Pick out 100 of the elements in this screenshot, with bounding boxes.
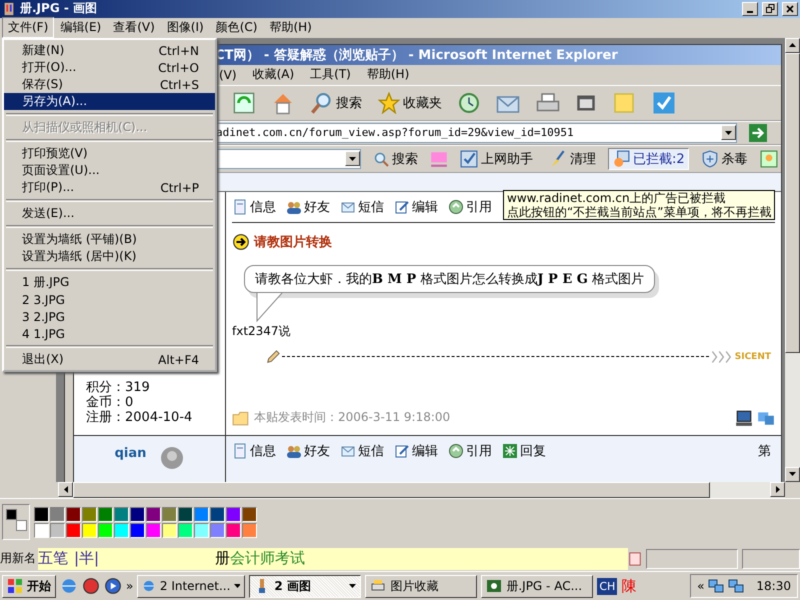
network-icon[interactable]: [708, 578, 724, 594]
menu-item[interactable]: 编辑(E): [54, 17, 108, 38]
color-swatch[interactable]: [162, 506, 177, 522]
start-button[interactable]: 开始: [2, 574, 56, 598]
ime-menu-icon[interactable]: [628, 552, 642, 566]
color-swatch[interactable]: [226, 522, 241, 538]
browser-menu-item[interactable]: 工具(T): [310, 66, 351, 84]
expand-tray-button[interactable]: «: [697, 579, 704, 594]
menu-item[interactable]: 打印(P)... Ctrl+P: [4, 179, 215, 196]
color-swatch[interactable]: [146, 506, 161, 522]
post-action-link[interactable]: 回复: [502, 442, 546, 460]
menu-item[interactable]: 另存为(A)...: [4, 93, 215, 110]
menu-item[interactable]: 保存(S) Ctrl+S: [4, 76, 215, 93]
color-swatch[interactable]: [162, 522, 177, 538]
color-swatch[interactable]: [178, 522, 193, 538]
post-action-link[interactable]: 好友: [286, 198, 330, 216]
favorites-button[interactable]: 收藏夹: [374, 90, 446, 116]
scroll-right-button[interactable]: [770, 482, 785, 497]
more-chevron[interactable]: »: [126, 579, 134, 594]
color-swatch[interactable]: [82, 522, 97, 538]
browser-menu-item[interactable]: 收藏(A): [252, 66, 294, 84]
taskbar-button[interactable]: 2 画图: [249, 574, 362, 598]
post-action-link[interactable]: 信息: [232, 198, 276, 216]
menu-item[interactable]: 4 1.JPG: [4, 325, 215, 342]
menu-item[interactable]: 打开(O)... Ctrl+O: [4, 59, 215, 76]
scroll-thumb[interactable]: [73, 482, 710, 498]
scroll-thumb[interactable]: [785, 52, 800, 353]
menu-item[interactable]: 查看(V): [107, 17, 161, 38]
taskbar-button[interactable]: 2 Internet...: [137, 574, 246, 598]
color-swatch[interactable]: [242, 506, 257, 522]
taskbar-button[interactable]: 图片收藏: [365, 574, 478, 598]
color-swatch[interactable]: [146, 522, 161, 538]
menu-item[interactable]: 3 2.JPG: [4, 308, 215, 325]
color-swatch[interactable]: [114, 506, 129, 522]
menu-item[interactable]: 设置为墙纸 (平铺)(B): [4, 231, 215, 248]
minimize-button[interactable]: [742, 2, 758, 16]
close-button[interactable]: [782, 2, 798, 16]
color-swatch[interactable]: [114, 522, 129, 538]
post-action-link[interactable]: 编辑: [394, 442, 438, 460]
menu-item[interactable]: 设置为墙纸 (居中)(K): [4, 248, 215, 265]
menu-item[interactable]: 页面设置(U)...: [4, 162, 215, 179]
taskbar-button[interactable]: 册.JPG - AC...: [481, 574, 594, 598]
color-swatch[interactable]: [194, 506, 209, 522]
post-action-link[interactable]: 引用: [448, 198, 492, 216]
dropdown-button[interactable]: [721, 125, 736, 140]
current-colors[interactable]: [2, 504, 30, 540]
browser-menu-item[interactable]: 帮助(H): [366, 66, 410, 84]
post-action-link[interactable]: 好友: [286, 442, 330, 460]
color-swatch[interactable]: [34, 522, 49, 538]
browser-icon[interactable]: [60, 577, 78, 596]
scroll-up-button[interactable]: [785, 38, 800, 53]
search-button[interactable]: 搜索: [307, 90, 366, 116]
post-action-link[interactable]: 短信: [340, 442, 384, 460]
network-icon[interactable]: [728, 578, 744, 594]
ime-mode[interactable]: 五笔: [38, 549, 68, 568]
color-swatch[interactable]: [98, 506, 113, 522]
color-swatch[interactable]: [34, 506, 49, 522]
blocked-button[interactable]: 已拦截:2: [608, 148, 689, 170]
color-swatch[interactable]: [130, 522, 145, 538]
post-action-link[interactable]: 编辑: [394, 198, 438, 216]
username[interactable]: qian: [114, 446, 146, 461]
scroll-left-button[interactable]: [58, 482, 73, 497]
menu-item[interactable]: 文件(F): [2, 17, 54, 38]
color-swatch[interactable]: [98, 522, 113, 538]
picture-icon[interactable]: [760, 150, 778, 168]
color-swatch[interactable]: [178, 506, 193, 522]
color-swatch[interactable]: [210, 506, 225, 522]
post-action-link[interactable]: 短信: [340, 198, 384, 216]
post-action-link[interactable]: 引用: [448, 442, 492, 460]
search-button[interactable]: 搜索: [369, 148, 422, 170]
antivirus-button[interactable]: 杀毒: [696, 148, 752, 170]
color-swatch[interactable]: [66, 522, 81, 538]
scroll-down-button[interactable]: [785, 466, 800, 482]
menu-item[interactable]: 颜色(C): [210, 17, 264, 38]
clean-button[interactable]: 清理: [545, 148, 600, 170]
menu-item[interactable]: 打印预览(V): [4, 145, 215, 162]
restore-button[interactable]: [762, 2, 778, 16]
menu-item[interactable]: 退出(X) Alt+F4: [4, 351, 215, 368]
menu-item[interactable]: 新建(N) Ctrl+N: [4, 42, 215, 59]
color-swatch[interactable]: [242, 522, 257, 538]
menu-item[interactable]: 发送(E)...: [4, 205, 215, 222]
menu-item[interactable]: 图像(I): [160, 17, 210, 38]
color-swatch[interactable]: [50, 522, 65, 538]
menu-item[interactable]: 1 册.JPG: [4, 274, 215, 291]
helper-button[interactable]: 上网助手: [456, 148, 537, 170]
browser-menu-item[interactable]: (V): [219, 68, 237, 82]
dropdown-button[interactable]: [345, 151, 360, 166]
language-indicator[interactable]: CH: [597, 578, 618, 595]
color-swatch[interactable]: [226, 506, 241, 522]
color-swatch[interactable]: [66, 506, 81, 522]
menu-item[interactable]: 2 3.JPG: [4, 291, 215, 308]
color-swatch[interactable]: [194, 522, 209, 538]
color-swatch[interactable]: [210, 522, 225, 538]
search-field[interactable]: [215, 148, 361, 169]
menu-item[interactable]: 帮助(H): [263, 17, 318, 38]
color-swatch[interactable]: [130, 506, 145, 522]
ime-width[interactable]: |半|: [74, 549, 100, 568]
color-swatch[interactable]: [50, 506, 65, 522]
color-swatch[interactable]: [82, 506, 97, 522]
media-ball-icon[interactable]: [82, 577, 100, 596]
